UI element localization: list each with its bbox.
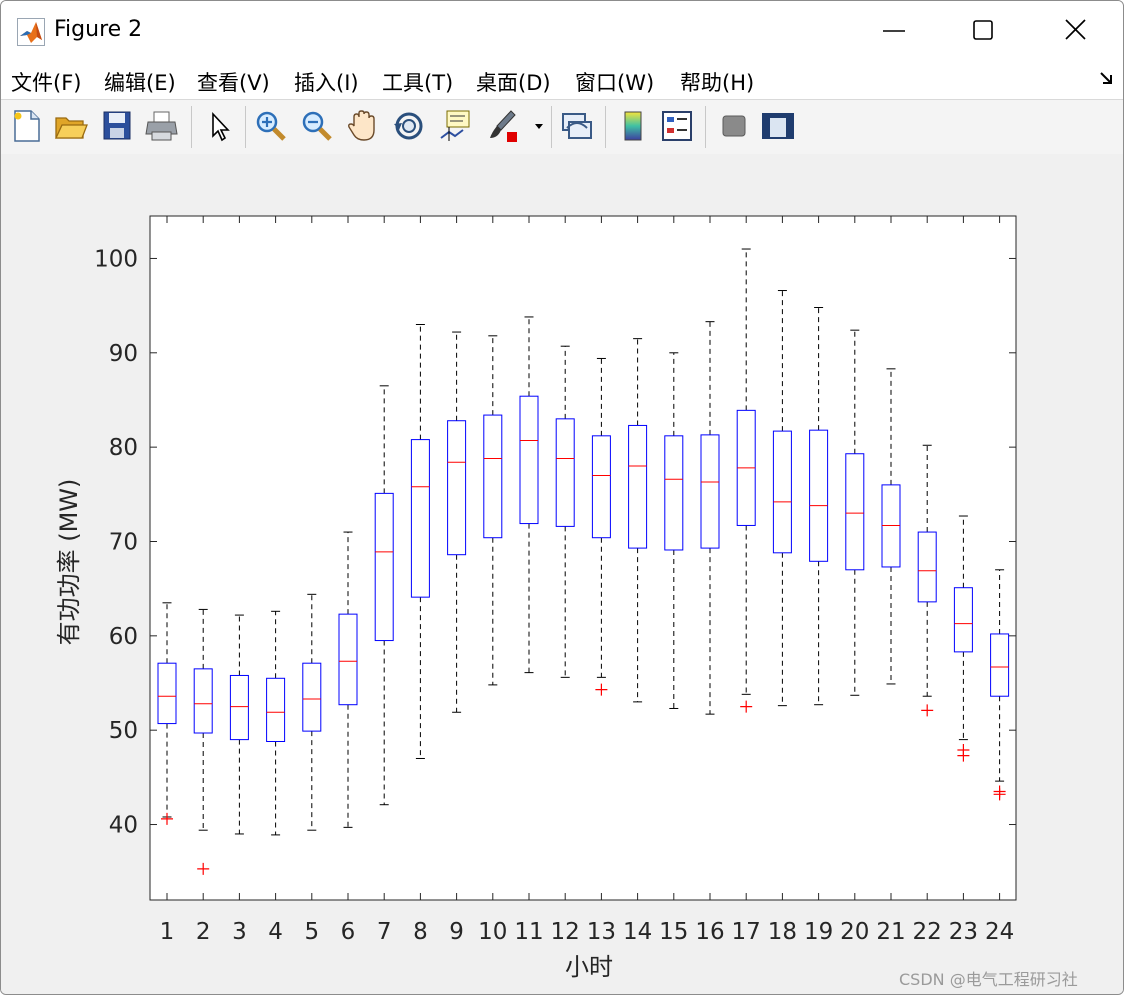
data-cursor-icon bbox=[440, 110, 470, 141]
hide-plot-tools-icon bbox=[722, 115, 746, 137]
hide-plot-tools-button[interactable] bbox=[715, 108, 751, 144]
figure-canvas: 40 50 60 70 80 90 100 1 2 3 4 5 6 7 8 9 10 11 12 13 14 15 16 17… bbox=[1, 154, 1123, 994]
x-tick-label: 23 bbox=[949, 919, 978, 945]
data-cursor-button[interactable] bbox=[437, 108, 473, 144]
menu-file[interactable]: 文件(F) bbox=[11, 67, 81, 97]
colorbar-icon bbox=[624, 111, 642, 141]
title-bar: Figure 2 bbox=[1, 1, 1123, 59]
x-tick-label: 9 bbox=[449, 919, 464, 945]
edit-plot-arrow-icon bbox=[212, 111, 230, 142]
minimize-button[interactable] bbox=[871, 9, 917, 51]
menu-window[interactable]: 窗口(W) bbox=[575, 67, 654, 97]
x-tick-label: 24 bbox=[985, 919, 1014, 945]
new-figure-button[interactable] bbox=[9, 108, 45, 144]
menu-bar: 文件(F) 编辑(E) 查看(V) 插入(I) 工具(T) 桌面(D) 窗口(W… bbox=[1, 59, 1123, 99]
x-tick-label: 15 bbox=[659, 919, 688, 945]
brush-button[interactable] bbox=[485, 108, 521, 144]
x-tick-label: 14 bbox=[623, 919, 652, 945]
y-tick-label: 70 bbox=[109, 529, 138, 555]
dock-arrow-icon[interactable] bbox=[1099, 69, 1117, 87]
brush-dropdown-icon bbox=[535, 124, 543, 129]
x-tick-label: 5 bbox=[304, 919, 319, 945]
brush-icon bbox=[490, 110, 517, 142]
zoom-out-icon bbox=[302, 111, 332, 141]
x-tick-label: 6 bbox=[341, 919, 356, 945]
x-tick-label: 2 bbox=[196, 919, 211, 945]
print-icon bbox=[145, 111, 178, 141]
x-axis-label: 小时 bbox=[565, 953, 613, 981]
y-tick-label: 50 bbox=[109, 718, 138, 744]
x-tick-label: 18 bbox=[768, 919, 797, 945]
open-file-icon bbox=[54, 117, 88, 139]
legend-button[interactable] bbox=[659, 108, 695, 144]
menu-view[interactable]: 查看(V) bbox=[197, 67, 270, 97]
zoom-out-button[interactable] bbox=[299, 108, 335, 144]
x-tick-label: 4 bbox=[268, 919, 283, 945]
x-tick-label: 8 bbox=[413, 919, 428, 945]
window-title: Figure 2 bbox=[54, 17, 143, 42]
y-tick-label: 100 bbox=[94, 246, 138, 272]
y-tick-label: 60 bbox=[109, 624, 138, 650]
watermark-text: CSDN @电气工程研习社 bbox=[899, 970, 1078, 989]
menu-tools[interactable]: 工具(T) bbox=[382, 67, 453, 97]
legend-icon bbox=[662, 111, 692, 141]
figure-window: Figure 2 文件(F) 编辑(E) 查看(V) 插入(I) 工具(T) 桌… bbox=[0, 0, 1124, 995]
print-button[interactable] bbox=[144, 108, 180, 144]
toolbar-separator bbox=[705, 106, 706, 148]
zoom-in-button[interactable] bbox=[253, 108, 289, 144]
plot-axes-box bbox=[149, 215, 1017, 901]
x-tick-label: 12 bbox=[551, 919, 580, 945]
y-axis-label: 有功功率 (MW) bbox=[55, 479, 83, 646]
matlab-logo-icon bbox=[17, 18, 45, 46]
x-tick-label: 17 bbox=[732, 919, 761, 945]
close-button[interactable] bbox=[1053, 9, 1099, 51]
menu-desktop[interactable]: 桌面(D) bbox=[476, 67, 551, 97]
save-icon bbox=[103, 111, 131, 140]
minimize-icon bbox=[883, 30, 905, 32]
menu-help[interactable]: 帮助(H) bbox=[680, 67, 754, 97]
brush-dropdown-button[interactable] bbox=[531, 108, 547, 144]
close-icon bbox=[1065, 19, 1086, 40]
save-button[interactable] bbox=[99, 108, 135, 144]
colorbar-button[interactable] bbox=[615, 108, 651, 144]
x-tick-label: 13 bbox=[587, 919, 616, 945]
link-plot-button[interactable] bbox=[559, 108, 595, 144]
x-tick-label: 20 bbox=[840, 919, 869, 945]
x-tick-label: 1 bbox=[160, 919, 175, 945]
toolbar-separator bbox=[245, 106, 246, 148]
x-tick-label: 22 bbox=[913, 919, 942, 945]
y-tick-label: 80 bbox=[109, 435, 138, 461]
link-plot-icon bbox=[562, 113, 592, 139]
x-tick-label: 16 bbox=[695, 919, 724, 945]
edit-plot-button[interactable] bbox=[201, 108, 237, 144]
toolbar-separator bbox=[191, 106, 192, 148]
pan-button[interactable] bbox=[345, 108, 381, 144]
y-tick-label: 90 bbox=[109, 341, 138, 367]
x-tick-label: 21 bbox=[876, 919, 905, 945]
x-tick-label: 10 bbox=[478, 919, 507, 945]
x-tick-label: 7 bbox=[377, 919, 392, 945]
maximize-button[interactable] bbox=[959, 9, 1005, 51]
menu-edit[interactable]: 编辑(E) bbox=[104, 67, 176, 97]
y-tick-label: 40 bbox=[109, 813, 138, 839]
x-tick-label: 11 bbox=[514, 919, 543, 945]
toolbar-separator bbox=[605, 106, 606, 148]
new-figure-icon bbox=[14, 110, 40, 142]
maximize-icon bbox=[973, 20, 993, 40]
rotate-3d-icon bbox=[394, 112, 423, 140]
pan-hand-icon bbox=[348, 110, 375, 141]
toolbar-separator bbox=[551, 106, 552, 148]
zoom-in-icon bbox=[256, 111, 286, 141]
boxplot-chart: 4050607080901001 2 3 4 5 6 7 8 9 10 11 12 13 14 15 16 17… bbox=[55, 215, 1017, 981]
rotate-3d-button[interactable] bbox=[391, 108, 427, 144]
x-tick-label: 19 bbox=[804, 919, 833, 945]
x-tick-label: 3 bbox=[232, 919, 247, 945]
menu-insert[interactable]: 插入(I) bbox=[294, 67, 359, 97]
toolbar bbox=[1, 99, 1123, 155]
show-plot-tools-button[interactable] bbox=[759, 108, 795, 144]
show-plot-tools-icon bbox=[762, 113, 794, 139]
open-file-button[interactable] bbox=[53, 108, 89, 144]
